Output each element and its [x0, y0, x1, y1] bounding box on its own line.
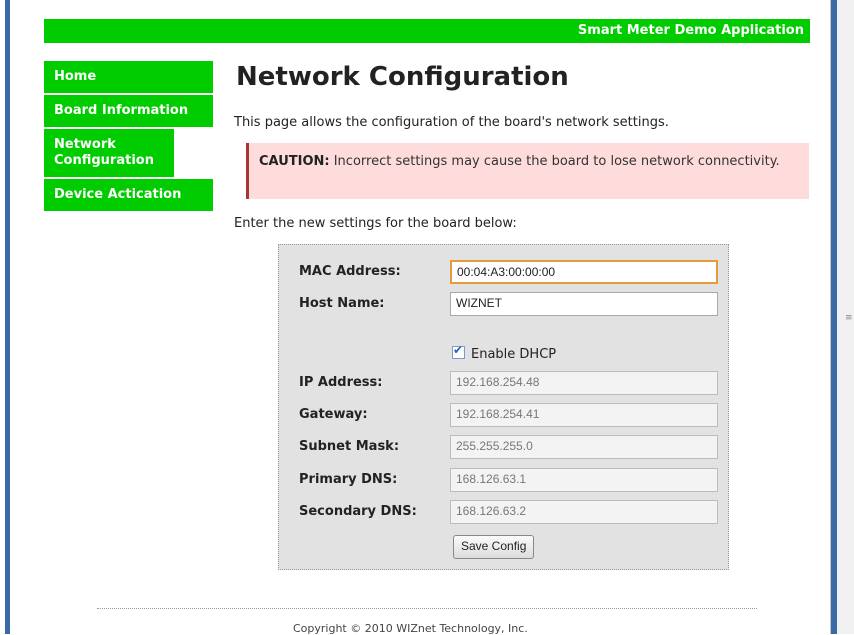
app-title: Smart Meter Demo Application — [577, 23, 804, 38]
mac-address-field[interactable]: 00:04:A3:00:00:00 — [450, 260, 718, 284]
caution-box: CAUTION: Incorrect settings may cause th… — [246, 143, 809, 199]
caution-text: Incorrect settings may cause the board t… — [329, 154, 780, 169]
checkbox-checked-icon[interactable] — [452, 343, 465, 359]
host-name-field[interactable]: WIZNET — [450, 292, 718, 316]
enable-dhcp-checkbox[interactable]: Enable DHCP — [452, 343, 557, 362]
enable-dhcp-label: Enable DHCP — [471, 347, 557, 362]
intro-text: This page allows the configuration of th… — [234, 115, 669, 130]
host-name-label: Host Name: — [299, 296, 385, 311]
sidebar-item-device-activation[interactable]: Device Actication — [44, 179, 213, 213]
primary-dns-field[interactable]: 168.126.63.1 — [450, 468, 718, 492]
primary-dns-label: Primary DNS: — [299, 472, 398, 487]
header-bar: Smart Meter Demo Application — [44, 19, 810, 43]
ip-address-label: IP Address: — [299, 375, 383, 390]
gateway-field[interactable]: 192.168.254.41 — [450, 403, 718, 427]
page-title: Network Configuration — [236, 62, 569, 92]
footer-divider — [97, 608, 757, 609]
subnet-mask-label: Subnet Mask: — [299, 439, 400, 454]
scrollbar-grip-icon[interactable]: ≡ — [845, 314, 853, 323]
sidebar-item-home[interactable]: Home — [44, 61, 213, 95]
gateway-label: Gateway: — [299, 407, 368, 422]
sidebar-item-board-information[interactable]: Board Information — [44, 95, 213, 129]
subnet-mask-field[interactable]: 255.255.255.0 — [450, 435, 718, 459]
footer-copyright: Copyright © 2010 WIZnet Technology, Inc. — [293, 622, 528, 635]
window-frame-left — [0, 0, 12, 634]
ip-address-field[interactable]: 192.168.254.48 — [450, 371, 718, 395]
instructions-text: Enter the new settings for the board bel… — [234, 216, 517, 231]
secondary-dns-field[interactable]: 168.126.63.2 — [450, 500, 718, 524]
scrollbar[interactable]: ≡ — [830, 0, 854, 634]
mac-address-label: MAC Address: — [299, 264, 401, 279]
secondary-dns-label: Secondary DNS: — [299, 504, 417, 519]
caution-label: CAUTION: — [259, 154, 330, 169]
sidebar-item-network-configuration[interactable]: Network Configuration — [44, 129, 174, 179]
save-config-button[interactable]: Save Config — [453, 535, 535, 559]
network-settings-form: MAC Address: 00:04:A3:00:00:00 Host Name… — [278, 244, 729, 570]
sidebar-nav: Home Board Information Network Configura… — [44, 61, 213, 213]
